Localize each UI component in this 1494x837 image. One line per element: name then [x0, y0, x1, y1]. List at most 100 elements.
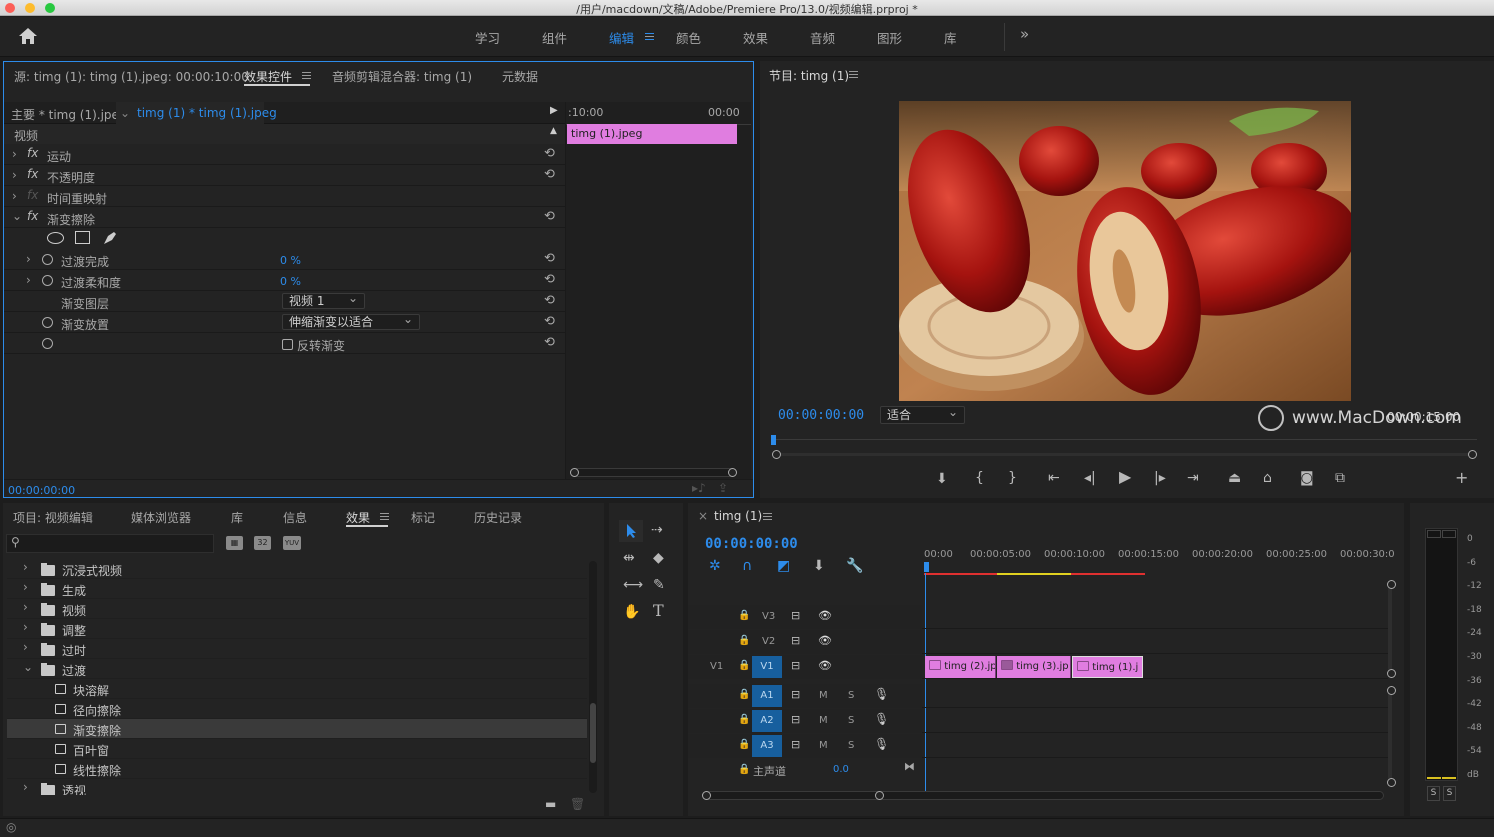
- reset-icon[interactable]: ⟲: [544, 146, 555, 161]
- effect-folder-row[interactable]: › 生成: [7, 579, 587, 599]
- tab-audio-clip-mixer[interactable]: 音频剪辑混合器: timg (1): [332, 68, 472, 85]
- eye-icon[interactable]: 👁: [818, 659, 832, 672]
- track-select-tool-icon[interactable]: ⇢: [651, 523, 663, 537]
- tab-metadata[interactable]: 元数据: [502, 68, 538, 85]
- play-triangle-icon[interactable]: ▶: [550, 105, 558, 116]
- sequence-clip-label[interactable]: timg (1) * timg (1).jpeg: [137, 106, 277, 120]
- ellipse-mask-icon[interactable]: [47, 232, 64, 244]
- program-playhead[interactable]: [771, 435, 776, 445]
- timeline-clip[interactable]: timg (2).jp: [925, 656, 996, 678]
- sync-lock-icon[interactable]: ⊟: [791, 659, 800, 672]
- reset-icon[interactable]: ⟲: [544, 209, 555, 224]
- snap-icon[interactable]: ∩: [742, 559, 752, 573]
- solo-left-button[interactable]: S: [1427, 786, 1440, 801]
- extract-icon[interactable]: ⌂: [1263, 471, 1272, 485]
- track-target-button[interactable]: V1: [752, 656, 782, 678]
- chevron-right-icon[interactable]: ›: [23, 640, 28, 654]
- source-patch-label[interactable]: V1: [710, 661, 723, 672]
- scroll-handle-left[interactable]: [702, 791, 711, 800]
- lock-icon[interactable]: 🔒: [738, 635, 750, 646]
- scroll-handle-top[interactable]: [1387, 686, 1396, 695]
- sync-lock-icon[interactable]: ⊟: [791, 688, 800, 701]
- mute-button[interactable]: M: [819, 715, 828, 726]
- playhead-handle[interactable]: [924, 562, 929, 572]
- tab-media-browser[interactable]: 媒体浏览器: [131, 509, 191, 526]
- nest-icon[interactable]: ✲: [709, 559, 721, 573]
- lock-icon[interactable]: 🔒: [738, 689, 750, 700]
- effects-scroll-thumb[interactable]: [590, 703, 596, 763]
- workspace-graphics[interactable]: 图形: [877, 28, 902, 47]
- gradient-placement-select[interactable]: 伸缩渐变以适合: [282, 312, 420, 330]
- reset-icon[interactable]: ⟲: [544, 251, 555, 266]
- add-marker-icon[interactable]: ⬇: [936, 472, 948, 486]
- new-folder-icon[interactable]: ▬: [545, 797, 556, 811]
- mini-timeline-clip[interactable]: timg (1).jpeg: [567, 124, 737, 144]
- solo-button[interactable]: S: [848, 690, 854, 701]
- lock-icon[interactable]: 🔒: [738, 739, 750, 750]
- step-back-icon[interactable]: ◂|: [1084, 471, 1096, 485]
- workspace-effects[interactable]: 效果: [743, 28, 768, 47]
- add-marker-icon[interactable]: ⬇: [813, 559, 825, 573]
- effect-folder-row[interactable]: › 透视: [7, 779, 587, 795]
- scroll-handle-top[interactable]: [1387, 580, 1396, 589]
- chevron-right-icon[interactable]: ›: [23, 620, 28, 634]
- audio-tracks-scrollbar[interactable]: [1388, 691, 1392, 781]
- track-target-button[interactable]: V2: [762, 636, 775, 647]
- stopwatch-icon[interactable]: [42, 254, 53, 265]
- tab-history[interactable]: 历史记录: [474, 509, 522, 526]
- razor-tool-icon[interactable]: ◆: [653, 551, 664, 565]
- reset-icon[interactable]: ⟲: [544, 335, 555, 350]
- camera-icon[interactable]: ◙: [1300, 471, 1314, 485]
- collapse-icon[interactable]: ▲: [550, 126, 557, 136]
- tab-markers[interactable]: 标记: [411, 509, 435, 526]
- yuv-effects-icon[interactable]: YUV: [283, 536, 301, 550]
- home-icon[interactable]: [18, 27, 38, 45]
- tab-libraries[interactable]: 库: [231, 509, 243, 526]
- effect-row-opacity[interactable]: › fx 不透明度 ⟲: [4, 165, 565, 186]
- lock-icon[interactable]: 🔒: [738, 610, 750, 621]
- solo-button[interactable]: S: [848, 715, 854, 726]
- compare-icon[interactable]: ⧉: [1335, 471, 1345, 485]
- workspace-audio[interactable]: 音频: [810, 28, 835, 47]
- scroll-handle-left[interactable]: [772, 450, 781, 459]
- completion-value[interactable]: 0 %: [280, 254, 301, 267]
- effect-controls-timecode[interactable]: 00:00:00:00: [8, 484, 75, 497]
- stopwatch-icon[interactable]: [42, 317, 53, 328]
- rectangle-mask-icon[interactable]: [75, 231, 90, 244]
- lock-icon[interactable]: 🔒: [738, 714, 750, 725]
- chevron-right-icon[interactable]: ›: [23, 780, 28, 794]
- hand-tool-icon[interactable]: ✋: [623, 605, 640, 619]
- lift-icon[interactable]: ⏏: [1228, 471, 1241, 485]
- tab-effect-controls[interactable]: 效果控件: [244, 68, 292, 85]
- timeline-horizontal-scrollbar[interactable]: [702, 791, 1384, 800]
- workspace-assembly[interactable]: 组件: [542, 28, 567, 47]
- fx-icon[interactable]: fx: [27, 146, 38, 160]
- scroll-handle-right[interactable]: [875, 791, 884, 800]
- effect-row-time-remap[interactable]: › fx 时间重映射: [4, 186, 565, 207]
- panel-menu-icon[interactable]: [302, 72, 311, 79]
- microphone-icon[interactable]: 🎙: [874, 737, 889, 751]
- chevron-right-icon[interactable]: ›: [23, 580, 28, 594]
- pen-mask-icon[interactable]: [102, 230, 118, 246]
- gradient-layer-select[interactable]: 视频 1: [282, 291, 365, 309]
- track-target-button[interactable]: A3: [752, 735, 782, 757]
- lock-icon[interactable]: 🔒: [738, 660, 750, 671]
- chevron-down-icon[interactable]: ⌄: [12, 209, 22, 223]
- trash-icon[interactable]: 🗑: [570, 797, 585, 811]
- chevron-right-icon[interactable]: ›: [23, 560, 28, 574]
- tab-source[interactable]: 源: timg (1): timg (1).jpeg: 00:00:10:00: [14, 68, 249, 85]
- ripple-edit-tool-icon[interactable]: ⇹: [623, 551, 635, 565]
- mini-timeline-scrollbar[interactable]: [570, 468, 737, 477]
- scroll-handle-bottom[interactable]: [1387, 778, 1396, 787]
- track-target-button[interactable]: V3: [762, 611, 775, 622]
- effects-search-input[interactable]: [6, 534, 214, 553]
- effect-item-row[interactable]: 渐变擦除: [7, 719, 587, 739]
- mute-button[interactable]: M: [819, 740, 828, 751]
- export-icon[interactable]: ⇪: [718, 481, 728, 495]
- step-forward-icon[interactable]: |▸: [1154, 471, 1166, 485]
- workspace-editing[interactable]: 编辑: [609, 28, 634, 47]
- chevron-right-icon[interactable]: ›: [12, 189, 17, 203]
- fx-icon[interactable]: fx: [27, 167, 38, 181]
- more-workspaces-icon[interactable]: »: [1020, 25, 1029, 43]
- timeline-timecode[interactable]: 00:00:00:00: [705, 536, 798, 552]
